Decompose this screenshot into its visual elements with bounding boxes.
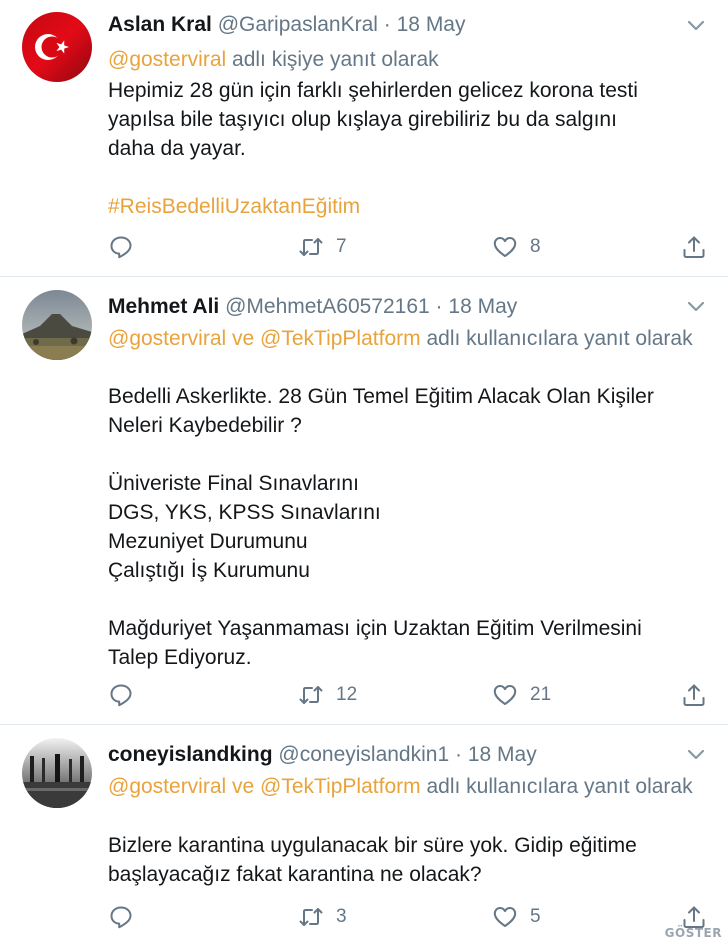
author-name[interactable]: Mehmet Ali bbox=[108, 295, 219, 318]
hashtag-link[interactable]: #ReisBedelliUzaktanEğitim bbox=[108, 192, 708, 221]
share-button[interactable] bbox=[681, 232, 707, 262]
retweet-icon bbox=[299, 686, 323, 704]
like-count: 8 bbox=[530, 236, 541, 257]
retweet-count: 12 bbox=[336, 684, 358, 705]
tweet-text-line: Talep Ediyoruz. bbox=[108, 646, 252, 669]
reply-button[interactable] bbox=[108, 902, 134, 932]
like-button[interactable]: 8 bbox=[492, 232, 541, 262]
reply-mentions[interactable]: @gosterviral bbox=[108, 48, 226, 71]
reply-button[interactable] bbox=[108, 680, 134, 710]
tweet-text-line: Çalıştığı İş Kurumunu bbox=[108, 559, 310, 582]
reply-context: @gosterviral adlı kişiye yanıt olarak bbox=[108, 45, 698, 74]
author-handle[interactable]: @GaripaslanKral bbox=[218, 13, 378, 36]
like-icon bbox=[493, 237, 517, 257]
tweet-text-line: Neleri Kaybedebilir ? bbox=[108, 414, 302, 437]
tweet[interactable]: coneyislandking @coneyislandkin1 · 18 Ma… bbox=[0, 725, 728, 944]
retweet-button[interactable]: 3 bbox=[298, 902, 347, 932]
tweet[interactable]: Mehmet Ali @MehmetA60572161 · 18 May @go… bbox=[0, 277, 728, 724]
reply-icon bbox=[110, 906, 132, 929]
tweet-date[interactable]: 18 May bbox=[448, 295, 517, 318]
retweet-icon bbox=[299, 238, 323, 256]
like-count: 21 bbox=[530, 684, 552, 705]
separator: · bbox=[383, 13, 391, 36]
author-name[interactable]: coneyislandking bbox=[108, 743, 273, 766]
reply-context: @gosterviral ve @TekTipPlatform adlı kul… bbox=[108, 324, 698, 353]
share-icon bbox=[683, 684, 705, 706]
tweet-actions: 3 5 bbox=[0, 902, 728, 932]
avatar[interactable] bbox=[22, 290, 92, 360]
reply-context: @gosterviral ve @TekTipPlatform adlı kul… bbox=[108, 772, 698, 801]
tweet-text: Bizlere karantina uygulanacak bir süre y… bbox=[108, 831, 708, 889]
tweet-date[interactable]: 18 May bbox=[468, 743, 537, 766]
author-handle[interactable]: @coneyislandkin1 bbox=[278, 743, 449, 766]
tweet-text-line: Üniveriste Final Sınavlarını bbox=[108, 472, 359, 495]
caret-down-icon[interactable] bbox=[686, 299, 706, 313]
landscape-photo-avatar-icon bbox=[22, 290, 92, 360]
like-count: 5 bbox=[530, 906, 541, 927]
author-name[interactable]: Aslan Kral bbox=[108, 13, 212, 36]
reply-suffix: adlı kişiye yanıt olarak bbox=[226, 48, 439, 71]
tweet-header: Mehmet Ali @MehmetA60572161 · 18 May bbox=[108, 294, 668, 320]
tweet-header: Aslan Kral @GaripaslanKral · 18 May bbox=[108, 12, 668, 38]
like-icon bbox=[493, 685, 517, 705]
avatar[interactable] bbox=[22, 738, 92, 808]
tweet-text-line: daha da yayar. bbox=[108, 137, 246, 160]
tweet-text-line: DGS, YKS, KPSS Sınavlarını bbox=[108, 501, 381, 524]
watermark: GÖSTER bbox=[664, 926, 722, 940]
retweet-button[interactable]: 7 bbox=[298, 232, 347, 262]
separator: · bbox=[435, 295, 443, 318]
retweet-count: 7 bbox=[336, 236, 347, 257]
tweet-text-line: Bizlere karantina uygulanacak bir süre y… bbox=[108, 834, 637, 857]
tweet-actions: 12 21 bbox=[0, 680, 728, 710]
reply-button[interactable] bbox=[108, 232, 134, 262]
like-button[interactable]: 5 bbox=[492, 902, 541, 932]
tweet-header: coneyislandking @coneyislandkin1 · 18 Ma… bbox=[108, 742, 668, 768]
retweet-button[interactable]: 12 bbox=[298, 680, 357, 710]
tweet-text-line: Bedelli Askerlikte. 28 Gün Temel Eğitim … bbox=[108, 385, 654, 408]
separator: · bbox=[454, 743, 462, 766]
share-button[interactable] bbox=[681, 680, 707, 710]
retweet-count: 3 bbox=[336, 906, 347, 927]
like-icon bbox=[493, 907, 517, 927]
author-handle[interactable]: @MehmetA60572161 bbox=[225, 295, 430, 318]
tweet-text: Hepimiz 28 gün için farklı şehirlerden g… bbox=[108, 76, 708, 221]
tweet-text-line: Mağduriyet Yaşanmaması için Uzaktan Eğit… bbox=[108, 617, 642, 640]
tweet-text-line: yapılsa bile taşıyıcı olup kışlaya gireb… bbox=[108, 108, 617, 131]
share-icon bbox=[683, 236, 705, 258]
retweet-icon bbox=[299, 908, 323, 926]
tweet-text: Bedelli Askerlikte. 28 Gün Temel Eğitim … bbox=[108, 382, 708, 672]
like-button[interactable]: 21 bbox=[492, 680, 551, 710]
tweet-actions: 7 8 bbox=[0, 232, 728, 262]
reply-suffix: adlı kullanıcılara yanıt olarak bbox=[420, 327, 693, 350]
tweet-date[interactable]: 18 May bbox=[397, 13, 466, 36]
avatar[interactable] bbox=[22, 12, 92, 82]
turkish-flag-avatar-icon bbox=[22, 12, 92, 82]
caret-down-icon[interactable] bbox=[686, 747, 706, 761]
reply-mentions[interactable]: @gosterviral ve @TekTipPlatform bbox=[108, 775, 421, 798]
reply-mentions[interactable]: @gosterviral ve @TekTipPlatform bbox=[108, 327, 421, 350]
street-photo-avatar-icon bbox=[22, 738, 92, 808]
caret-down-icon[interactable] bbox=[686, 18, 706, 32]
reply-icon bbox=[110, 684, 132, 707]
reply-suffix: adlı kullanıcılara yanıt olarak bbox=[420, 775, 693, 798]
tweet-text-line: Hepimiz 28 gün için farklı şehirlerden g… bbox=[108, 79, 638, 102]
tweet[interactable]: Aslan Kral @GaripaslanKral · 18 May @gos… bbox=[0, 0, 728, 276]
reply-icon bbox=[110, 236, 132, 259]
tweet-text-line: Mezuniyet Durumunu bbox=[108, 530, 308, 553]
tweet-text-line: başlayacağız fakat karantina ne olacak? bbox=[108, 863, 482, 886]
